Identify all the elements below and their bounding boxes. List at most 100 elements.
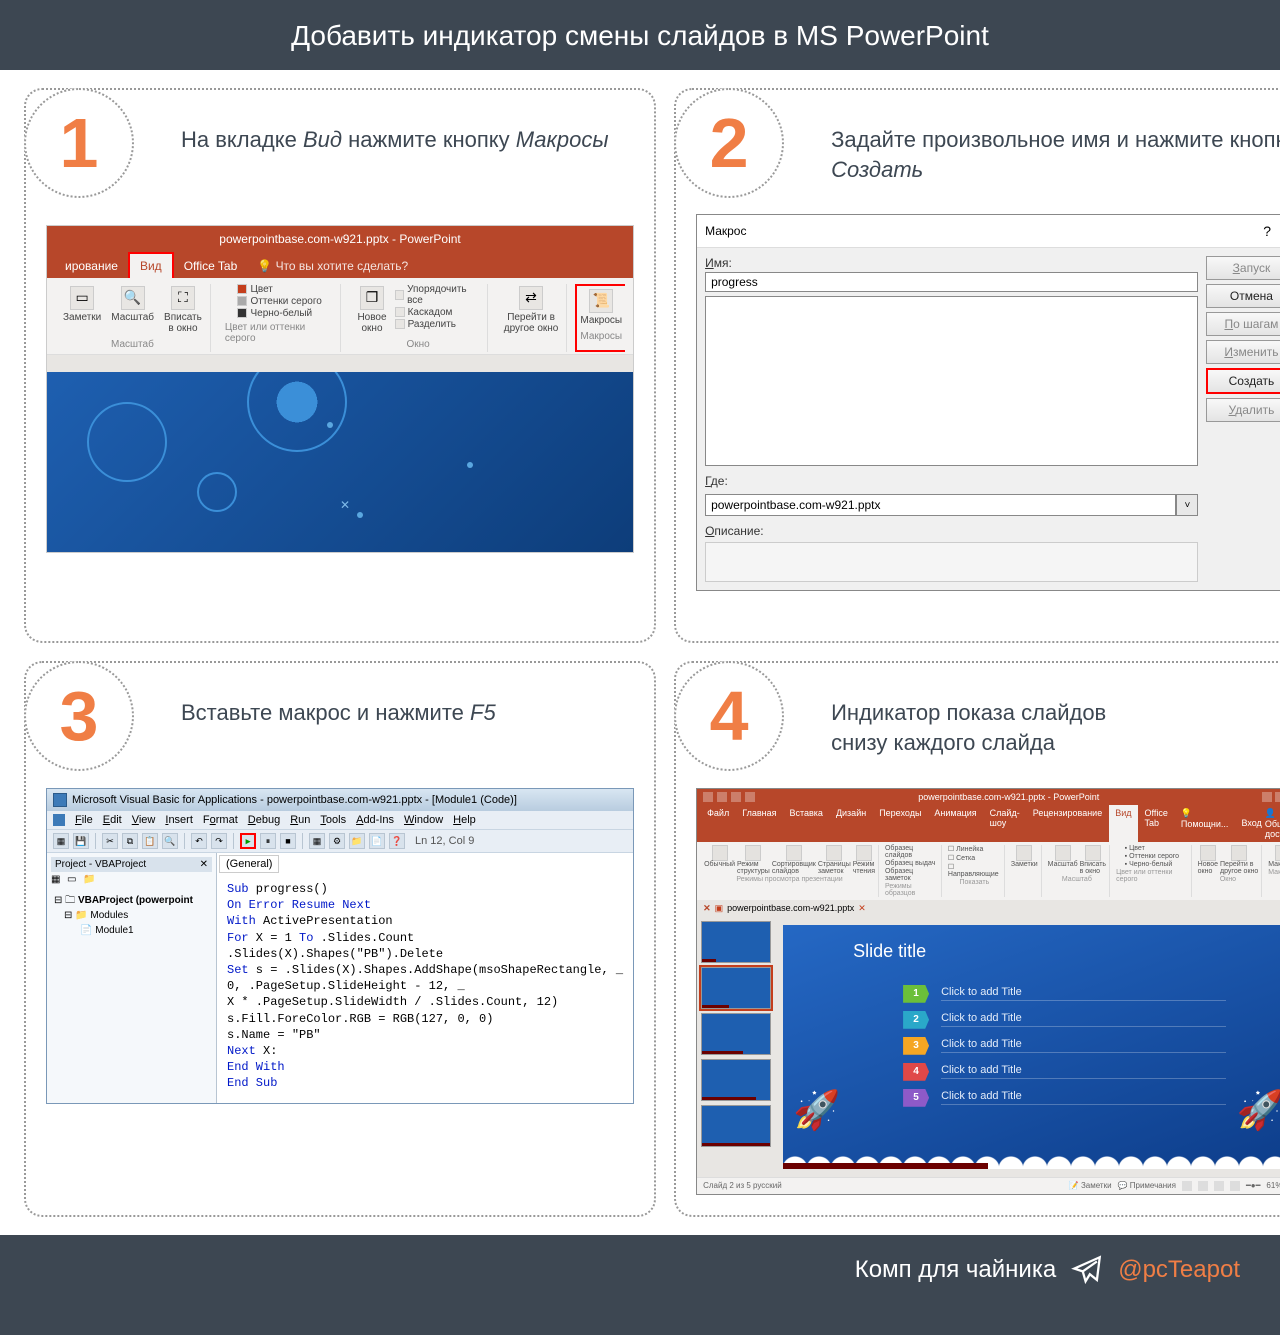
status-notes[interactable]: 📝 Заметки (1069, 1181, 1112, 1190)
rb-gray[interactable]: ▪ Оттенки серого (1125, 853, 1179, 860)
signin-link[interactable]: Вход (1241, 818, 1261, 828)
ribbon-arrange-item[interactable]: Упорядочить все (395, 284, 481, 306)
rb-macros[interactable] (1275, 845, 1280, 861)
macro-delete-button[interactable]: Удалить (1206, 398, 1280, 422)
qat-icon[interactable] (745, 792, 755, 802)
rb-reading[interactable] (856, 845, 872, 861)
vba-module1[interactable]: 📄 Module1 (54, 923, 209, 938)
ribbon-switch-button[interactable]: ⇄Перейти в другое окно (502, 284, 561, 336)
macro-where-combo[interactable] (705, 494, 1176, 516)
macro-edit-button[interactable]: Изменить (1206, 340, 1280, 364)
tab-file[interactable]: Файл (701, 805, 735, 842)
macro-where-dropdown-button[interactable]: ˅ (1176, 494, 1198, 516)
macro-name-input[interactable] (705, 272, 1198, 292)
macro-list[interactable] (705, 296, 1198, 466)
rb-ruler[interactable]: ☐ Линейка (948, 845, 984, 853)
vba-modules-folder[interactable]: ⊟ 📁 Modules (54, 908, 209, 923)
thumb-4[interactable] (701, 1059, 771, 1101)
vba-tb-redo-icon[interactable]: ↷ (211, 833, 227, 849)
ribbon-newwindow-button[interactable]: ❐Новое окно (355, 284, 388, 336)
vba-menu-file[interactable]: File (75, 814, 93, 826)
status-comments[interactable]: 💬 Примечания (1118, 1181, 1176, 1190)
footer-handle[interactable]: @pcTeapot (1118, 1256, 1240, 1284)
macro-create-button[interactable]: Создать (1206, 368, 1280, 394)
tab-slideshow[interactable]: Слайд-шоу (984, 805, 1026, 842)
help-icon[interactable]: ? (1263, 223, 1271, 239)
tab-review[interactable]: Рецензирование (1027, 805, 1109, 842)
tab-transitions[interactable]: Переходы (873, 805, 927, 842)
vba-menu-insert[interactable]: Insert (165, 814, 193, 826)
window-max-icon[interactable] (1275, 792, 1280, 802)
rb-outline[interactable] (745, 845, 761, 861)
rb-slidemaster[interactable]: Образец слайдов (885, 845, 938, 859)
rb-notesmaster[interactable]: Образец заметок (885, 868, 938, 882)
vba-proj-tb-icon[interactable]: 📁 (83, 874, 97, 888)
vba-tb-icon[interactable]: ▦ (309, 833, 325, 849)
close-icon[interactable]: ✕ (200, 859, 208, 870)
vba-tb-find-icon[interactable]: 🔍 (162, 833, 178, 849)
vba-tb-cut-icon[interactable]: ✂ (102, 833, 118, 849)
tab-design[interactable]: Дизайн (830, 805, 872, 842)
vba-proj-tb-icon[interactable]: ▭ (67, 874, 81, 888)
ribbon-bw-item[interactable]: Черно-белый (237, 308, 321, 319)
doc-filename[interactable]: powerpointbase.com-w921.pptx (727, 903, 854, 913)
thumb-3[interactable] (701, 1013, 771, 1055)
rb-fit[interactable] (1085, 845, 1101, 861)
ppt-tab-view[interactable]: Вид (128, 252, 174, 278)
view-icon[interactable] (1230, 1181, 1240, 1191)
tab-animations[interactable]: Анимация (928, 805, 982, 842)
slide-canvas[interactable]: Slide title 1Click to add Title 2Click t… (783, 925, 1280, 1169)
tab-view[interactable]: Вид (1109, 805, 1137, 842)
vba-menu-run[interactable]: Run (290, 814, 310, 826)
rb-notespage[interactable] (826, 845, 842, 861)
ribbon-notes-button[interactable]: ▭Заметки (61, 284, 103, 325)
vba-proj-tb-icon[interactable]: ▦ (51, 874, 65, 888)
vba-menu-window[interactable]: Window (404, 814, 443, 826)
view-icon[interactable] (1182, 1181, 1192, 1191)
qat-icon[interactable] (731, 792, 741, 802)
vba-code-pane[interactable]: (General) Sub progress() On Error Resume… (217, 853, 633, 1103)
rb-bw[interactable]: ▪ Черно-белый (1125, 861, 1173, 868)
vba-project-root[interactable]: ⊟ 🗀 VBAProject (powerpoint (54, 893, 209, 908)
vba-tb-undo-icon[interactable]: ↶ (191, 833, 207, 849)
ppt-tab-prev[interactable]: ирование (55, 254, 128, 278)
ribbon-fit-button[interactable]: ⛶Вписать в окно (162, 284, 204, 336)
zoom-slider[interactable]: ━●━ (1246, 1181, 1260, 1190)
ribbon-macros-button[interactable]: 📜Макросы (578, 287, 624, 328)
tab-office[interactable]: Office Tab (1139, 805, 1174, 842)
ppt-tab-help[interactable]: 💡 Что вы хотите сделать? (247, 254, 418, 278)
vba-tb-stop-icon[interactable]: ■ (280, 833, 296, 849)
vba-tb-copy-icon[interactable]: ⧉ (122, 833, 138, 849)
vba-menu-help[interactable]: Help (453, 814, 476, 826)
vba-tb-icon[interactable]: 📄 (369, 833, 385, 849)
vba-tb-icon[interactable]: 📁 (349, 833, 365, 849)
vba-code-dropdown[interactable]: (General) (219, 855, 279, 873)
vba-tb-icon[interactable]: ⚙ (329, 833, 345, 849)
ribbon-color-item[interactable]: Цвет (237, 284, 321, 295)
tab-insert[interactable]: Вставка (783, 805, 828, 842)
thumb-1[interactable] (701, 921, 771, 963)
ppt-tab-office[interactable]: Office Tab (174, 254, 248, 278)
ribbon-zoom-button[interactable]: 🔍Масштаб (109, 284, 156, 325)
doc-close-icon[interactable]: ✕ (703, 903, 711, 914)
qat-icon[interactable] (703, 792, 713, 802)
rb-newwin[interactable] (1200, 845, 1216, 861)
rb-grid[interactable]: ☐ Сетка (948, 854, 975, 862)
rb-zoom[interactable] (1055, 845, 1071, 861)
thumb-5[interactable] (701, 1105, 771, 1147)
vba-tb-run-icon[interactable]: ▸ (240, 833, 256, 849)
vba-menu-addins[interactable]: Add-Ins (356, 814, 394, 826)
vba-menu-view[interactable]: View (132, 814, 156, 826)
zoom-percent[interactable]: 61% (1266, 1181, 1280, 1190)
rb-normal[interactable] (712, 845, 728, 861)
macro-desc-box[interactable] (705, 542, 1198, 582)
thumb-2[interactable] (701, 967, 771, 1009)
vba-menu-debug[interactable]: Debug (248, 814, 280, 826)
rb-switch[interactable] (1231, 845, 1247, 861)
macro-run-button[interactable]: Запуск (1206, 256, 1280, 280)
vba-tb-icon[interactable]: ❓ (389, 833, 405, 849)
vba-tb-icon[interactable]: 💾 (73, 833, 89, 849)
qat-icon[interactable] (717, 792, 727, 802)
vba-menu-edit[interactable]: Edit (103, 814, 122, 826)
tab-help[interactable]: 💡 Помощни... (1175, 805, 1235, 842)
